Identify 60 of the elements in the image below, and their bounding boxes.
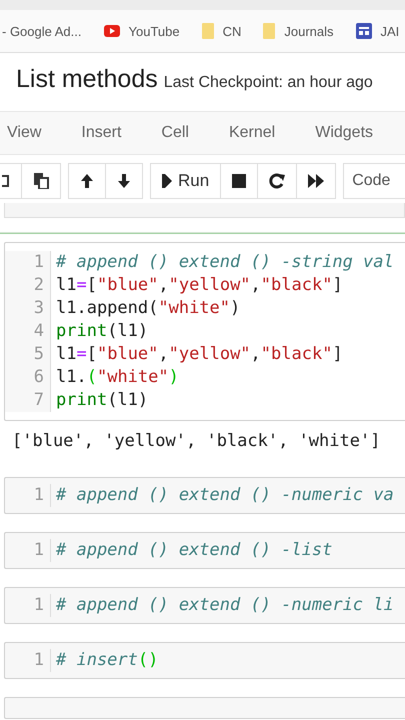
folder-icon: [263, 23, 276, 39]
code-cell[interactable]: [4, 697, 405, 719]
line-number: 5: [32, 343, 44, 366]
fast-forward-icon: [308, 174, 324, 188]
bookmark-link[interactable]: - Google Ad...: [2, 24, 82, 38]
line-number: 1: [32, 539, 44, 562]
code-line: l1.("white"): [56, 366, 180, 389]
line-number: 3: [32, 297, 44, 320]
menu-item[interactable]: View: [7, 124, 42, 142]
code-line: # append () extend () -numeric va: [56, 484, 394, 507]
line-number: 1: [32, 594, 44, 617]
cell-type-dropdown[interactable]: Code: [343, 163, 405, 199]
move-down-button[interactable]: [105, 163, 143, 199]
menu-item[interactable]: Cell: [161, 124, 189, 142]
paste-icon: [33, 173, 49, 189]
checkpoint-status: Last Checkpoint: an hour ago: [164, 74, 373, 92]
up-arrow-icon: [80, 173, 94, 189]
code-line: # append () extend () -string val: [56, 251, 394, 274]
code-cell[interactable]: 1 # append () extend () -list: [4, 532, 405, 569]
restart-icon: [269, 173, 286, 189]
stop-button[interactable]: [220, 163, 258, 199]
line-number: 6: [32, 366, 44, 389]
step-icon: [162, 174, 172, 188]
line-number: 1: [32, 251, 44, 274]
move-up-button[interactable]: [68, 163, 106, 199]
stop-icon: [232, 174, 246, 188]
menu-item[interactable]: Widgets: [315, 124, 374, 142]
app-icon: [356, 23, 372, 39]
line-number: 2: [32, 274, 44, 297]
bookmark-link[interactable]: YouTube: [128, 24, 180, 38]
code-line: print(l1): [56, 320, 150, 343]
code-line: print(l1): [56, 389, 150, 412]
paste-button[interactable]: [21, 163, 61, 199]
code-cell[interactable]: 1 # append () extend () -numeric li: [4, 587, 405, 624]
code-line: # insert(): [56, 649, 158, 672]
line-number: 7: [32, 389, 44, 412]
code-line: # append () extend () -list: [56, 539, 332, 562]
run-all-button[interactable]: [296, 163, 336, 199]
line-number: 1: [32, 649, 44, 672]
video-icon: [104, 25, 120, 37]
down-arrow-icon: [117, 173, 131, 189]
notebook-title[interactable]: List methods: [16, 65, 158, 94]
line-number: 1: [32, 484, 44, 507]
restart-button[interactable]: [257, 163, 298, 199]
code-line: l1.append("white"): [56, 297, 242, 320]
menu-item[interactable]: Insert: [81, 124, 122, 142]
bookmark-link[interactable]: JAI: [380, 24, 400, 38]
folder-icon: [202, 23, 214, 39]
code-cell[interactable]: 1 # append () extend () -numeric va: [4, 477, 405, 514]
code-cell[interactable]: 1 # insert(): [4, 642, 405, 679]
cell-output: ['blue', 'yellow', 'black', 'white']: [11, 430, 382, 453]
code-line: l1=["blue","yellow","black"]: [56, 343, 344, 366]
bookmark-link[interactable]: Journals: [284, 24, 334, 38]
run-button[interactable]: Run: [150, 163, 222, 199]
code-line: # append () extend () -numeric li: [56, 594, 394, 617]
menu-item[interactable]: Kernel: [228, 124, 276, 142]
code-line: l1=["blue","yellow","black"]: [56, 274, 344, 297]
bookmark-link[interactable]: CN: [222, 24, 242, 38]
code-cell[interactable]: 1 2 3 4 5 6 7 # append () extend () -string val l1=["blue","yellow","black"] l1.append("white") print(l1) l1=["blue","yellow","black"] l1.("white") print(l1): [4, 242, 405, 421]
line-number: 4: [32, 320, 44, 343]
